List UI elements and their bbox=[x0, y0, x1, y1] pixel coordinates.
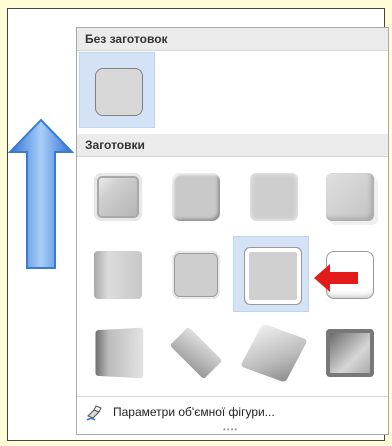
3d-options-menu-item[interactable]: Параметри об'ємної фігури... •••• bbox=[77, 396, 388, 434]
bevel-angle-icon bbox=[94, 251, 142, 299]
bevel-art-deco-icon bbox=[326, 329, 374, 377]
bevel-divot-icon bbox=[95, 327, 144, 379]
bevel-relaxed-inset-icon bbox=[172, 173, 220, 221]
bevel-circle-icon bbox=[94, 173, 142, 221]
bevel-preset-divot[interactable] bbox=[79, 314, 155, 390]
bevel-soft-round-icon bbox=[172, 251, 220, 299]
bevel-gallery-panel: Без заготовок Заготовки Параметри об'ємн… bbox=[76, 27, 389, 435]
bevel-preset-convex[interactable] bbox=[233, 236, 309, 312]
3d-options-label: Параметри об'ємної фігури... bbox=[113, 405, 275, 419]
red-left-arrow-annotation bbox=[314, 264, 358, 292]
bevel-preset-relaxed-inset[interactable] bbox=[157, 158, 233, 234]
blue-up-arrow-annotation bbox=[8, 118, 74, 269]
bevel-cool-slant-icon bbox=[326, 173, 374, 221]
bevel-preset-hard-edge[interactable] bbox=[235, 314, 311, 390]
bevel-none-option[interactable] bbox=[79, 52, 155, 128]
bevel-preset-circle[interactable] bbox=[79, 158, 155, 234]
bevel-riblet-icon bbox=[169, 326, 223, 380]
presets-header: Заготовки bbox=[77, 134, 388, 157]
bevel-convex-icon bbox=[249, 252, 297, 300]
resize-grip[interactable]: •••• bbox=[223, 426, 238, 434]
bevel-preset-soft-round[interactable] bbox=[157, 236, 233, 312]
bevel-none-icon bbox=[95, 68, 143, 116]
bevel-cross-icon bbox=[250, 173, 298, 221]
bevel-hard-edge-icon bbox=[240, 323, 308, 383]
3d-options-icon bbox=[86, 405, 102, 421]
no-presets-header: Без заготовок bbox=[77, 28, 388, 51]
bevel-preset-cool-slant[interactable] bbox=[311, 158, 387, 234]
bevel-preset-angle[interactable] bbox=[79, 236, 155, 312]
bevel-preset-art-deco[interactable] bbox=[311, 314, 387, 390]
bevel-preset-cross[interactable] bbox=[235, 158, 311, 234]
bevel-preset-riblet[interactable] bbox=[157, 314, 233, 390]
